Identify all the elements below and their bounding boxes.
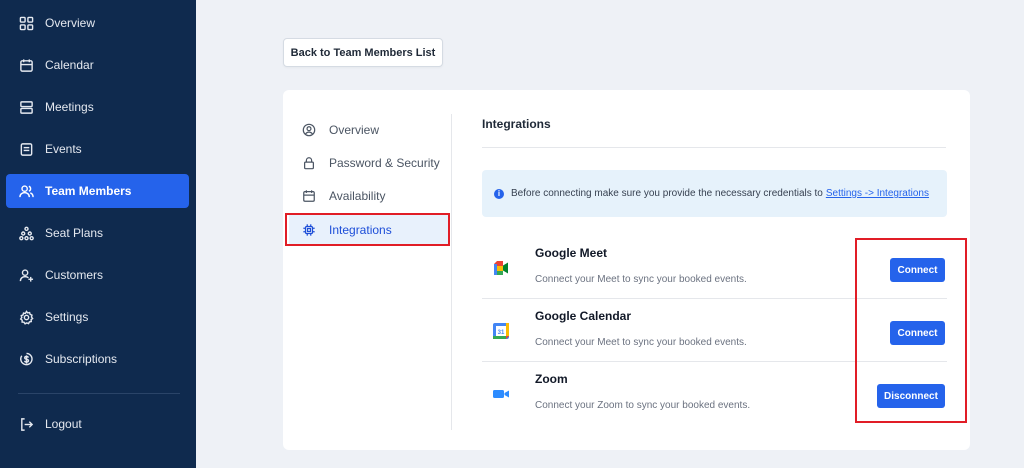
back-to-team-members-button[interactable]: Back to Team Members List (283, 38, 443, 67)
sidebar-item-label: Calendar (45, 58, 94, 72)
panel-divider (482, 147, 946, 148)
tab-label: Availability (329, 189, 386, 203)
lock-icon (302, 156, 317, 171)
integration-description: Connect your Meet to sync your booked ev… (535, 337, 747, 348)
integration-description: Connect your Zoom to sync your booked ev… (535, 400, 751, 411)
tab-label: Password & Security (329, 156, 440, 170)
integration-description: Connect your Meet to sync your booked ev… (535, 274, 747, 285)
sidebar-divider (18, 393, 180, 394)
grid-icon (18, 15, 34, 31)
info-icon: i (494, 188, 504, 199)
user-circle-icon (302, 123, 317, 138)
highlight-box (285, 213, 450, 246)
info-text: Before connecting make sure you provide … (511, 188, 823, 199)
google-meet-icon (492, 259, 510, 277)
users-icon (18, 183, 34, 199)
calendar-icon (18, 57, 34, 73)
sidebar-item-label: Subscriptions (45, 352, 118, 366)
sidebar-item-subscriptions[interactable]: Subscriptions (6, 342, 189, 376)
sidebar-item-events[interactable]: Events (6, 132, 189, 166)
sidebar-item-seat-plans[interactable]: Seat Plans (6, 216, 189, 250)
sidebar-item-logout[interactable]: Logout (6, 407, 189, 441)
sidebar-item-calendar[interactable]: Calendar (6, 48, 189, 82)
sidebar: Overview Calendar Meetings Events Team M… (0, 0, 196, 468)
sidebar-item-meetings[interactable]: Meetings (6, 90, 189, 124)
tab-availability[interactable]: Availability (289, 181, 448, 211)
tab-nav-divider (451, 114, 452, 430)
highlight-box (855, 238, 967, 423)
dollar-icon (18, 351, 34, 367)
integration-name: Google Meet (535, 246, 608, 260)
panel-title: Integrations (482, 117, 551, 131)
tab-overview[interactable]: Overview (289, 115, 448, 145)
svg-text:31: 31 (498, 330, 505, 336)
member-settings-card: Overview Password & Security Availabilit… (283, 90, 970, 450)
sidebar-item-label: Events (45, 142, 82, 156)
sidebar-item-overview[interactable]: Overview (6, 6, 189, 40)
sidebar-item-label: Settings (45, 310, 89, 324)
layers-icon (18, 99, 34, 115)
sidebar-item-label: Team Members (45, 184, 132, 198)
google-calendar-icon: 31 (492, 322, 510, 340)
sidebar-item-team-members[interactable]: Team Members (6, 174, 189, 208)
sidebar-item-settings[interactable]: Settings (6, 300, 189, 334)
logout-icon (18, 416, 34, 432)
sidebar-item-label: Overview (45, 16, 96, 30)
sidebar-item-label: Seat Plans (45, 226, 104, 240)
info-banner: i Before connecting make sure you provid… (482, 170, 947, 217)
settings-integrations-link[interactable]: Settings -> Integrations (826, 188, 929, 199)
tab-password-security[interactable]: Password & Security (289, 148, 448, 178)
sidebar-item-label: Logout (45, 417, 82, 431)
integration-name: Zoom (535, 372, 568, 386)
sidebar-item-label: Customers (45, 268, 104, 282)
tab-label: Overview (329, 123, 380, 137)
list-icon (18, 141, 34, 157)
sidebar-item-label: Meetings (45, 100, 94, 114)
user-plus-icon (18, 267, 34, 283)
integration-name: Google Calendar (535, 309, 632, 323)
gear-icon (18, 309, 34, 325)
seats-icon (18, 225, 34, 241)
sidebar-item-customers[interactable]: Customers (6, 258, 189, 292)
zoom-icon (492, 385, 510, 403)
calendar-icon (302, 189, 317, 204)
